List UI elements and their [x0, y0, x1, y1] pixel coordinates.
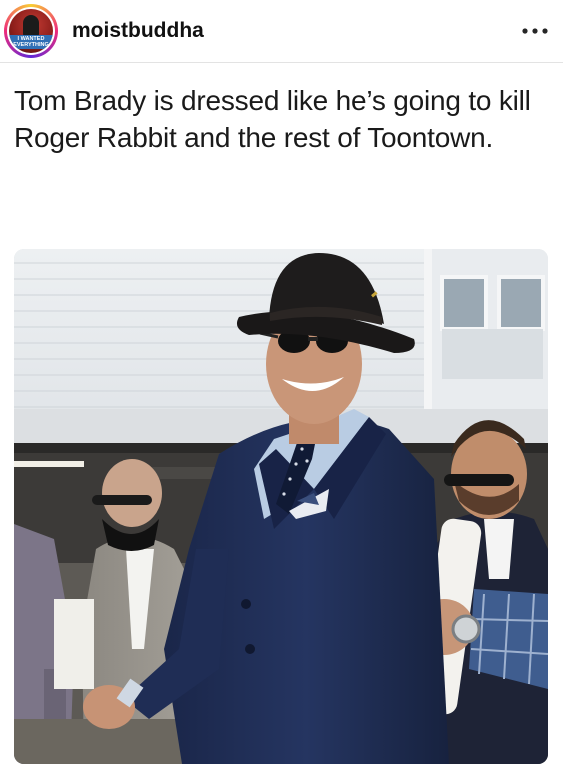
post-caption: Tom Brady is dressed like he’s going to …	[14, 85, 531, 153]
bald-head	[102, 459, 162, 527]
username[interactable]: moistbuddha	[72, 19, 204, 43]
header-divider	[0, 62, 563, 63]
post-header: I WANTED EVERYTHING moistbuddha	[0, 0, 563, 60]
more-horizontal-icon[interactable]	[520, 24, 550, 38]
window-left	[440, 275, 488, 331]
avatar-logo-text: I WANTED EVERYTHING	[13, 36, 49, 48]
avatar-story-ring[interactable]: I WANTED EVERYTHING	[4, 4, 58, 58]
avatar-image: I WANTED EVERYTHING	[9, 9, 53, 53]
avatar-figure	[23, 15, 39, 37]
avatar[interactable]: I WANTED EVERYTHING	[7, 7, 55, 55]
post-photo[interactable]	[14, 249, 548, 764]
window-right	[497, 275, 545, 331]
photo-illustration	[14, 249, 548, 764]
watch	[451, 614, 481, 644]
